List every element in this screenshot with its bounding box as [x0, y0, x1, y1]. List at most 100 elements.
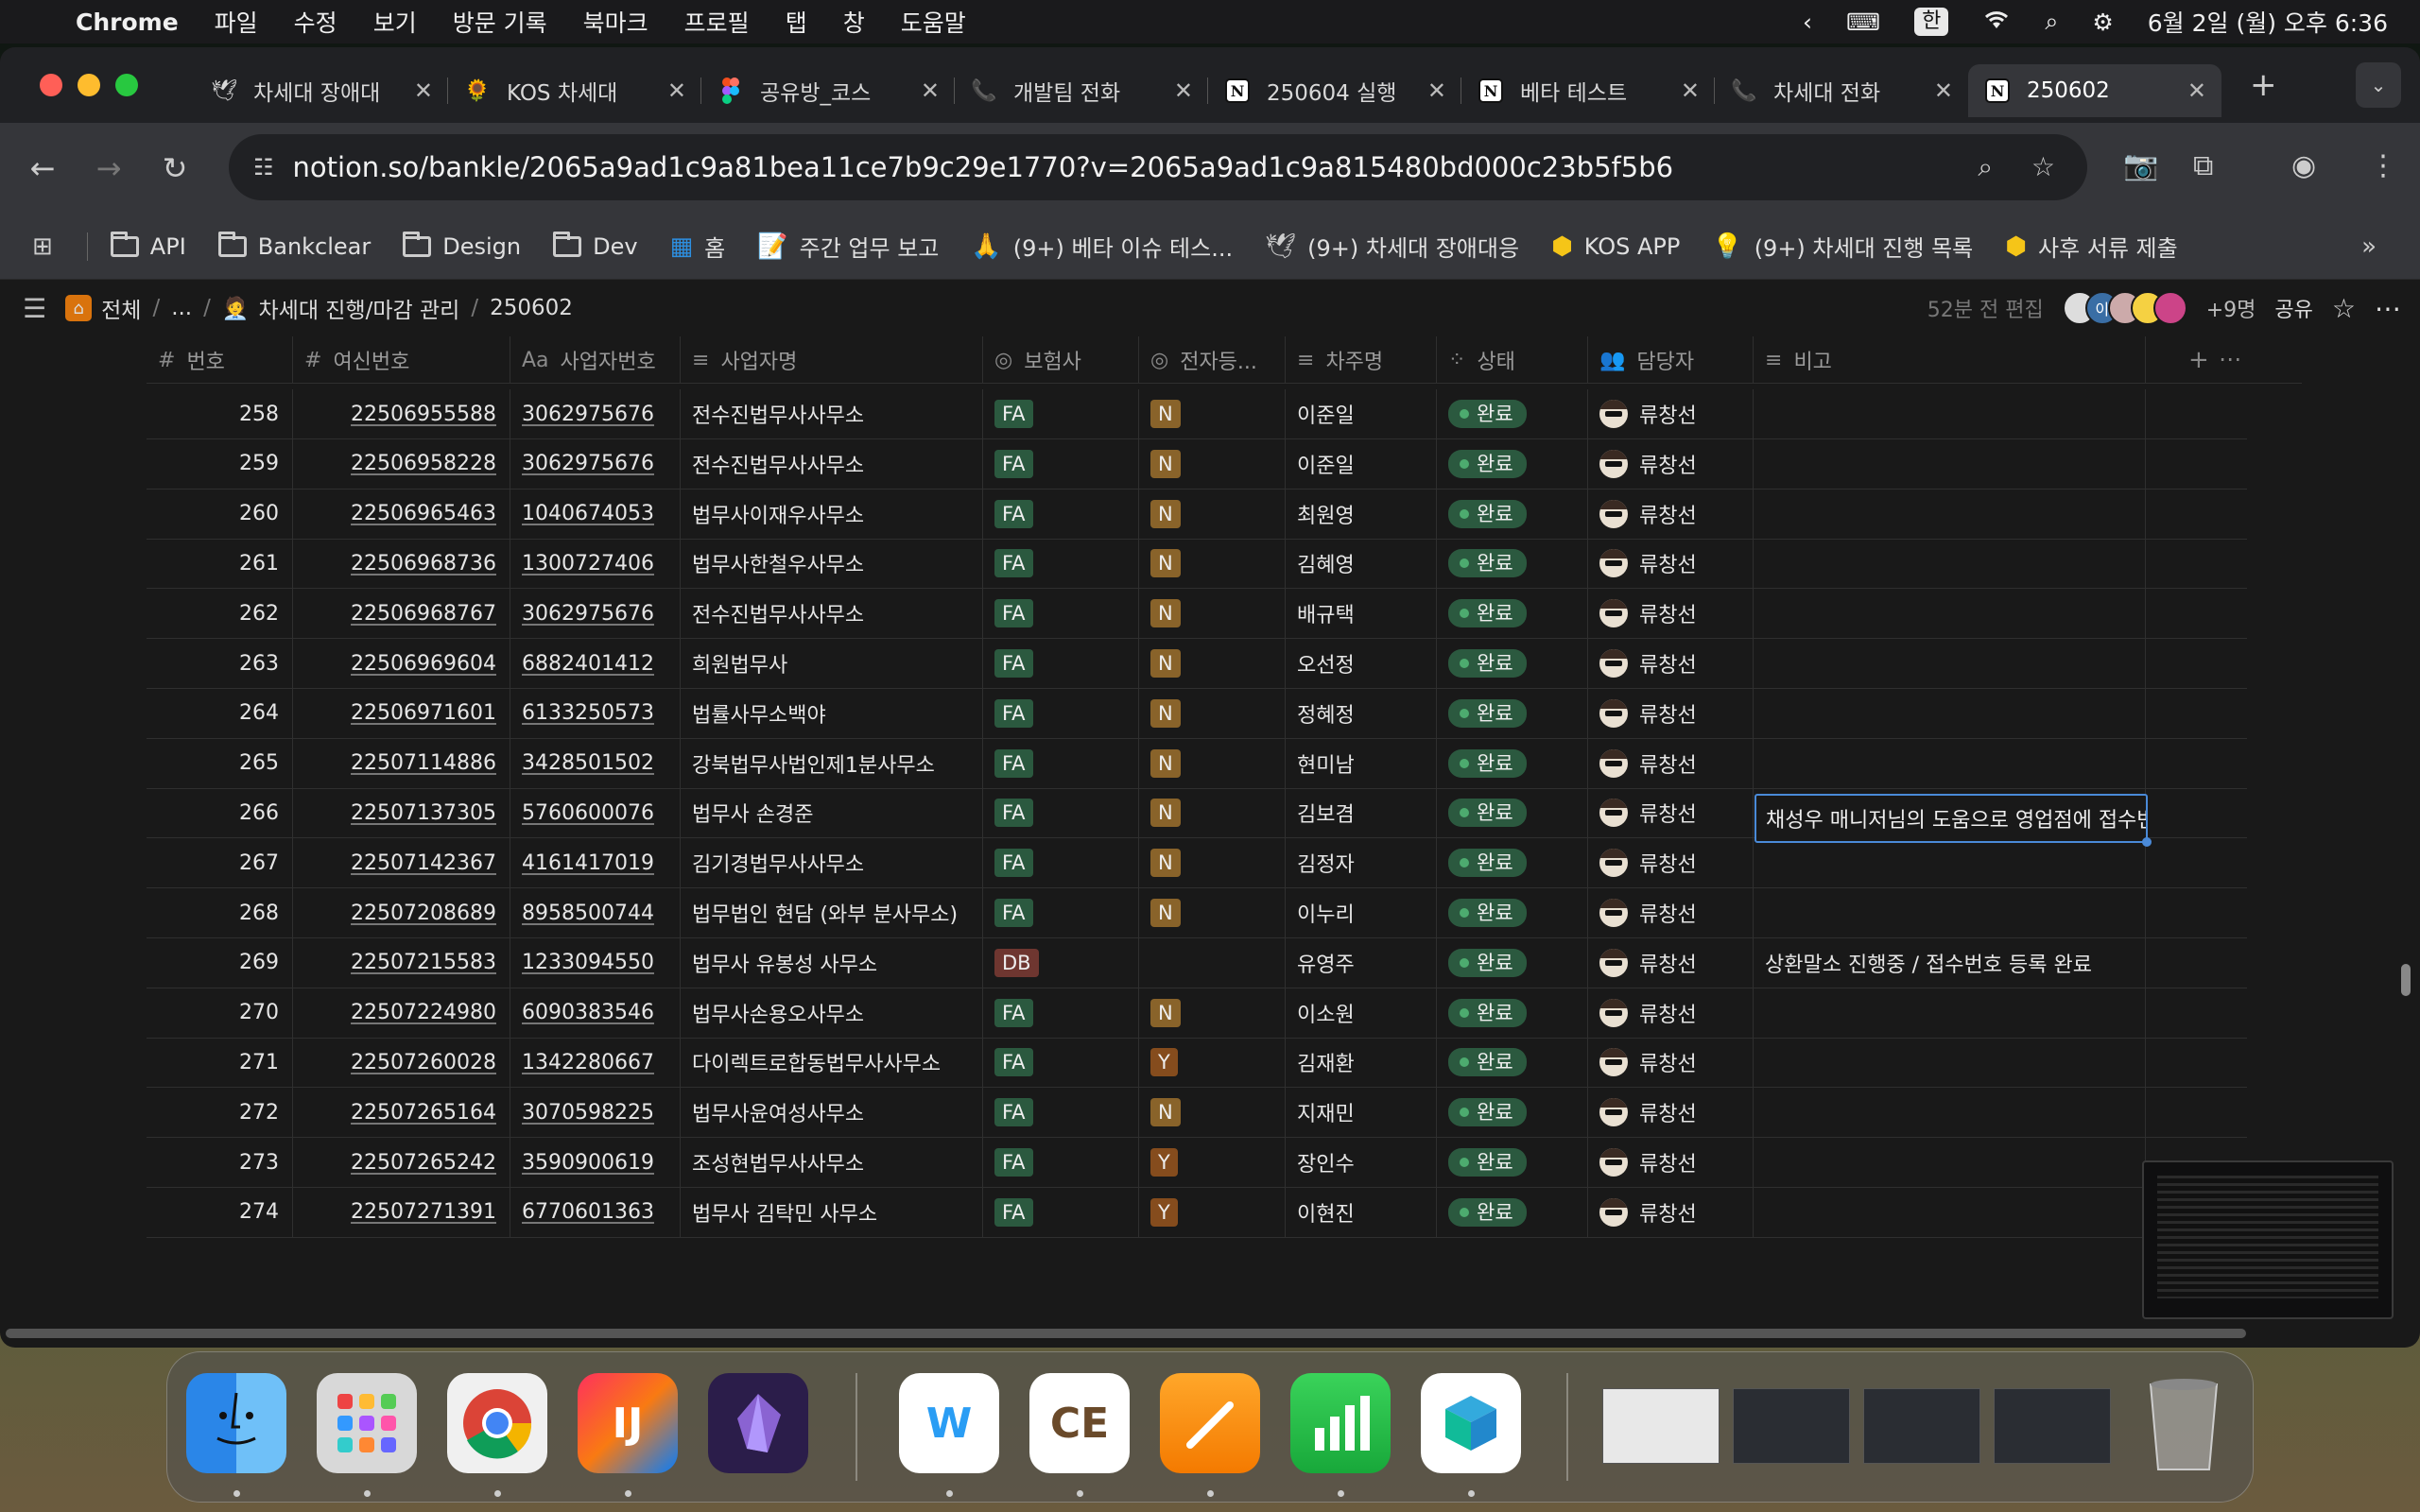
- close-icon[interactable]: ✕: [1934, 77, 1953, 104]
- cell-borrower[interactable]: 김혜영: [1286, 539, 1437, 589]
- intellij-icon[interactable]: IJ: [578, 1373, 678, 1473]
- cell-editor-note[interactable]: 채성우 매니저님의 도움으로 영업점에 접수번호: [1754, 794, 2148, 843]
- cell-insurer[interactable]: FA: [983, 988, 1139, 1038]
- cell-status[interactable]: 완료: [1437, 489, 1588, 539]
- new-tab-button[interactable]: +: [2250, 66, 2277, 104]
- profile-icon[interactable]: ◉: [2291, 149, 2316, 182]
- table-row[interactable]: 261 22506968736 1300727406 법무사한철우사무소 FA N 김혜영 완…: [147, 539, 2247, 590]
- cell-loan-number[interactable]: 22507142367: [293, 838, 510, 888]
- cell-insurer[interactable]: DB: [983, 937, 1139, 988]
- cell-number[interactable]: 268: [147, 888, 293, 937]
- cell-number[interactable]: 261: [147, 539, 293, 589]
- cell-business-name[interactable]: 조성현법무사사무소: [681, 1138, 983, 1187]
- table-row[interactable]: 259 22506958228 3062975676 전수진법무사사무소 FA N 이준일 완…: [147, 438, 2247, 490]
- sidebar-menu-icon[interactable]: ☰: [23, 293, 46, 324]
- cell-loan-number[interactable]: 22507265242: [293, 1138, 510, 1187]
- favorite-star-icon[interactable]: ☆: [2332, 293, 2356, 324]
- cell-e-registration[interactable]: N: [1139, 489, 1286, 539]
- pages-icon[interactable]: [1160, 1373, 1260, 1473]
- cell-number[interactable]: 269: [147, 937, 293, 988]
- cell-business-number[interactable]: 3062975676: [510, 389, 681, 438]
- cell-business-name[interactable]: 법률사무소백야: [681, 688, 983, 738]
- cell-business-name[interactable]: 김기경법무사사무소: [681, 838, 983, 888]
- more-options-icon[interactable]: ⋯: [2375, 293, 2401, 324]
- camera-icon[interactable]: 📷: [2123, 149, 2158, 182]
- cell-insurer[interactable]: FA: [983, 1088, 1139, 1138]
- cell-number[interactable]: 260: [147, 489, 293, 539]
- zoom-icon[interactable]: ⌕: [1978, 151, 1993, 183]
- tab-1[interactable]: 🕊 차세대 장애대 ✕: [195, 64, 448, 117]
- header-loan-number[interactable]: # 여신번호: [293, 336, 510, 384]
- menu-edit[interactable]: 수정: [294, 5, 337, 39]
- cell-e-registration[interactable]: N: [1139, 988, 1286, 1038]
- cell-business-name[interactable]: 법무법인 현담 (와부 분사무소): [681, 888, 983, 937]
- cell-borrower[interactable]: 이소원: [1286, 988, 1437, 1038]
- cell-business-name[interactable]: 법무사 유봉성 사무소: [681, 937, 983, 988]
- cell-number[interactable]: 265: [147, 738, 293, 788]
- extensions-icon[interactable]: ⧉: [2193, 149, 2213, 182]
- menu-app-name[interactable]: Chrome: [76, 9, 179, 36]
- back-button[interactable]: ←: [9, 150, 76, 186]
- breadcrumb-item[interactable]: 차세대 진행/마감 관리: [259, 292, 460, 324]
- cell-insurer[interactable]: FA: [983, 1038, 1139, 1088]
- cell-business-name[interactable]: 법무사 손경준: [681, 788, 983, 838]
- cell-number[interactable]: 263: [147, 639, 293, 688]
- bookmark-design[interactable]: Design: [403, 231, 521, 260]
- cell-insurer[interactable]: FA: [983, 1187, 1139, 1237]
- cell-assignee[interactable]: 류창선: [1588, 489, 1754, 539]
- cell-business-number[interactable]: 3062975676: [510, 438, 681, 489]
- naver-box-icon[interactable]: [1421, 1373, 1521, 1473]
- cell-status[interactable]: 완료: [1437, 838, 1588, 888]
- cell-assignee[interactable]: 류창선: [1588, 639, 1754, 688]
- cell-business-name[interactable]: 법무사한철우사무소: [681, 539, 983, 589]
- close-icon[interactable]: ✕: [1681, 77, 1700, 104]
- cell-assignee[interactable]: 류창선: [1588, 1187, 1754, 1237]
- cell-status[interactable]: 완료: [1437, 937, 1588, 988]
- breadcrumb-current[interactable]: 250602: [490, 296, 573, 320]
- cell-borrower[interactable]: 지재민: [1286, 1088, 1437, 1138]
- launchpad-icon[interactable]: [317, 1373, 417, 1473]
- cell-insurer[interactable]: FA: [983, 489, 1139, 539]
- menu-help[interactable]: 도움말: [901, 5, 966, 39]
- control-center-icon[interactable]: ⚙: [2092, 9, 2113, 36]
- close-icon[interactable]: ✕: [414, 77, 433, 104]
- cell-number[interactable]: 267: [147, 838, 293, 888]
- cell-number[interactable]: 270: [147, 988, 293, 1038]
- cell-status[interactable]: 완료: [1437, 1088, 1588, 1138]
- table-row[interactable]: 265 22507114886 3428501502 강북법무사법인제1분사무소 FA N…: [147, 738, 2247, 789]
- cell-note[interactable]: [1754, 1088, 2146, 1138]
- cell-status[interactable]: 완료: [1437, 1138, 1588, 1187]
- cell-loan-number[interactable]: 22506968767: [293, 589, 510, 639]
- cell-business-name[interactable]: 전수진법무사사무소: [681, 389, 983, 438]
- minimized-window-intellij-2[interactable]: [1863, 1388, 1980, 1464]
- cell-note[interactable]: [1754, 1187, 2146, 1237]
- reload-button[interactable]: ↻: [142, 150, 208, 186]
- cell-note[interactable]: 상환말소 진행중 / 접수번호 등록 완료: [1754, 937, 2146, 988]
- cell-status[interactable]: 완료: [1437, 788, 1588, 838]
- chevron-left-icon[interactable]: ‹: [1803, 9, 1812, 36]
- cell-number[interactable]: 273: [147, 1138, 293, 1187]
- cell-borrower[interactable]: 이준일: [1286, 438, 1437, 489]
- cell-borrower[interactable]: 정혜정: [1286, 688, 1437, 738]
- header-business-name[interactable]: ≡ 사업자명: [681, 336, 983, 384]
- cell-insurer[interactable]: FA: [983, 838, 1139, 888]
- menu-tab[interactable]: 탭: [786, 5, 807, 39]
- cell-insurer[interactable]: FA: [983, 788, 1139, 838]
- cell-e-registration[interactable]: N: [1139, 838, 1286, 888]
- cell-loan-number[interactable]: 22506971601: [293, 688, 510, 738]
- cell-insurer[interactable]: FA: [983, 389, 1139, 438]
- cell-number[interactable]: 264: [147, 688, 293, 738]
- menu-history[interactable]: 방문 기록: [453, 5, 547, 39]
- table-row[interactable]: 271 22507260028 1342280667 다이렉트로합동법무사사무소 FA Y…: [147, 1038, 2247, 1089]
- close-icon[interactable]: ✕: [1174, 77, 1193, 104]
- cell-status[interactable]: 완료: [1437, 738, 1588, 788]
- cell-business-number[interactable]: 1300727406: [510, 539, 681, 589]
- cell-assignee[interactable]: 류창선: [1588, 988, 1754, 1038]
- cell-note[interactable]: [1754, 489, 2146, 539]
- cell-assignee[interactable]: 류창선: [1588, 589, 1754, 639]
- tab-2[interactable]: 🌻 KOS 차세대 ✕: [448, 64, 701, 117]
- close-icon[interactable]: ✕: [667, 77, 686, 104]
- cell-business-number[interactable]: 8958500744: [510, 888, 681, 937]
- cell-insurer[interactable]: FA: [983, 539, 1139, 589]
- menu-bookmarks[interactable]: 북마크: [583, 5, 648, 39]
